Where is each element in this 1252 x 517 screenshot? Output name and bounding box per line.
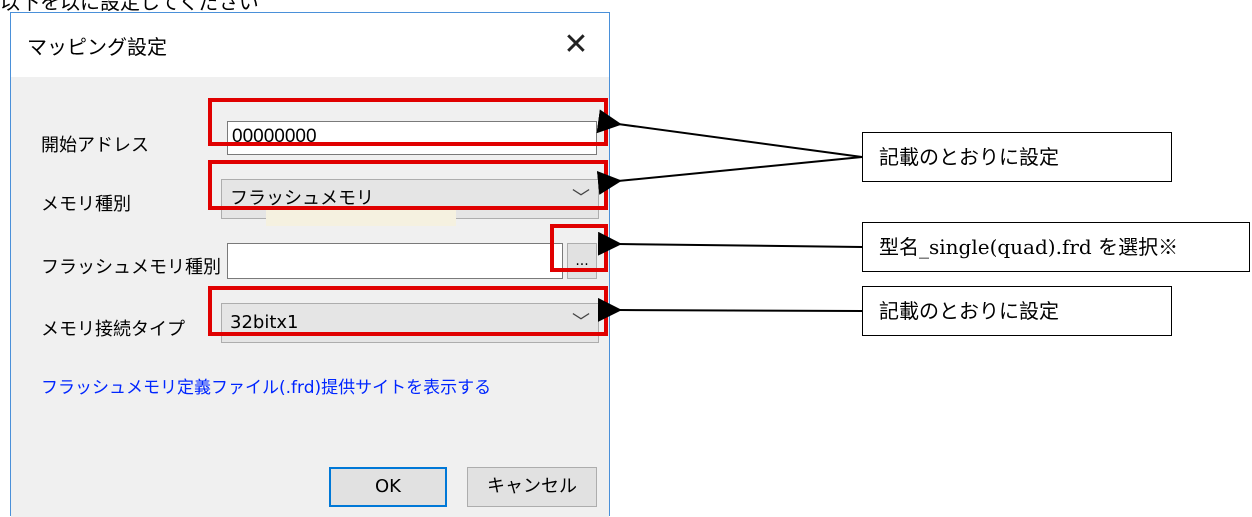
arrow-browse [597, 231, 863, 256]
arrow-memory-type [596, 156, 863, 195]
arrow-start-address [596, 109, 863, 158]
arrow-connection-type [597, 297, 863, 322]
annotation-arrows [596, 109, 863, 322]
